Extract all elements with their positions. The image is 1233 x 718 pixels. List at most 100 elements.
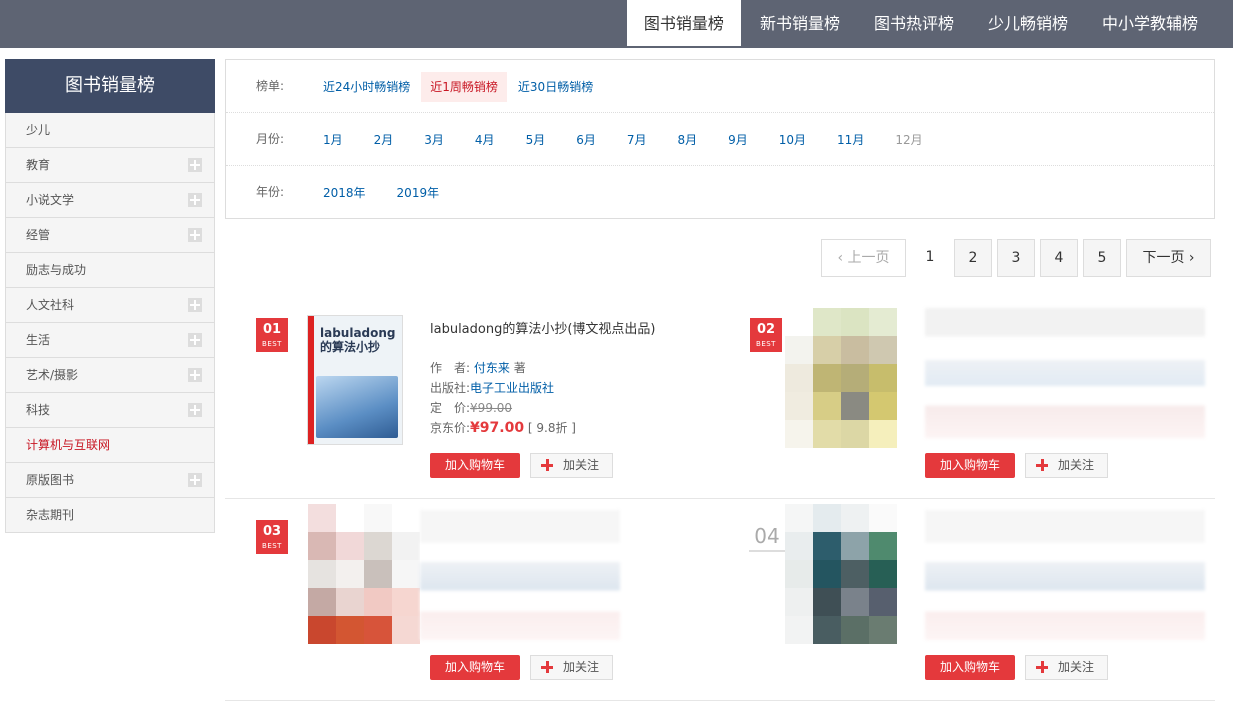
sidebar-item-magazines[interactable]: 杂志期刊: [5, 498, 215, 533]
prev-page-button[interactable]: ‹ 上一页: [821, 239, 906, 277]
tab-book-sales-rank[interactable]: 图书销量榜: [624, 0, 743, 48]
month-filter-options: 1月 2月 3月 4月 5月 6月 7月 8月 9月 10月 11月 12月: [314, 113, 945, 166]
follow-label: 加关注: [1058, 660, 1095, 674]
sidebar-item-label: 教育: [26, 158, 51, 172]
follow-button[interactable]: 加关注: [1025, 655, 1108, 680]
next-page-button[interactable]: 下一页 ›: [1126, 239, 1211, 277]
author-link[interactable]: 付东来: [474, 361, 510, 375]
sidebar-item-lifestyle[interactable]: 生活: [5, 323, 215, 358]
plus-icon: [541, 459, 553, 471]
expand-plus-icon[interactable]: [188, 368, 202, 382]
rank-best-label: BEST: [262, 542, 282, 550]
sidebar-item-computer-internet[interactable]: 计算机与互联网: [5, 428, 215, 463]
sidebar-item-technology[interactable]: 科技: [5, 393, 215, 428]
tab-k12-tutoring-rank[interactable]: 中小学教辅榜: [1085, 0, 1215, 48]
sidebar-item-children[interactable]: 少儿: [5, 113, 215, 148]
follow-button[interactable]: 加关注: [1025, 453, 1108, 478]
month-option[interactable]: 5月: [517, 125, 555, 155]
jd-price-label: 京东价:: [430, 421, 471, 435]
list-filter-label: 榜单:: [256, 79, 285, 93]
cover-illustration: [316, 376, 398, 438]
page-number[interactable]: 2: [954, 239, 992, 277]
add-to-cart-button[interactable]: 加入购物车: [925, 655, 1015, 680]
publisher-row: 出版社:电子工业出版社: [430, 378, 576, 398]
sidebar-item-education[interactable]: 教育: [5, 148, 215, 183]
top-nav-tabs: 图书销量榜 新书销量榜 图书热评榜 少儿畅销榜 中小学教辅榜: [624, 0, 1215, 48]
filter-1week-bestseller[interactable]: 近1周畅销榜: [421, 71, 507, 102]
rank-number: 02: [756, 322, 776, 337]
book-meta: 作 者: 付东来 著 出版社:电子工业出版社 定 价:¥99.00 京东价:¥9…: [430, 358, 576, 438]
rank-badge: 03 BEST: [256, 520, 288, 554]
rank-badge: 02 BEST: [750, 318, 782, 352]
tab-book-hot-review-rank[interactable]: 图书热评榜: [857, 0, 971, 48]
expand-plus-icon[interactable]: [188, 298, 202, 312]
expand-plus-icon[interactable]: [188, 333, 202, 347]
author-row: 作 者: 付东来 著: [430, 358, 576, 378]
month-option[interactable]: 9月: [719, 125, 757, 155]
jd-price-row: 京东价:¥97.00 [ 9.8折 ]: [430, 418, 576, 438]
sidebar-item-original-books[interactable]: 原版图书: [5, 463, 215, 498]
add-to-cart-button[interactable]: 加入购物车: [430, 453, 520, 478]
rank-best-label: BEST: [756, 340, 776, 348]
month-option[interactable]: 6月: [567, 125, 605, 155]
tab-new-book-sales-rank[interactable]: 新书销量榜: [743, 0, 857, 48]
year-option[interactable]: 2018年: [314, 178, 375, 208]
sidebar-item-fiction-literature[interactable]: 小说文学: [5, 183, 215, 218]
month-option[interactable]: 1月: [314, 125, 352, 155]
book-title-link[interactable]: labuladong的算法小抄(博文视点出品): [430, 318, 656, 337]
sidebar-item-business[interactable]: 经管: [5, 218, 215, 253]
rank-number-plain: 04: [749, 522, 785, 552]
publisher-label: 出版社:: [430, 381, 471, 395]
month-option[interactable]: 3月: [415, 125, 453, 155]
sidebar-item-label: 杂志期刊: [26, 508, 75, 522]
book-cover-image[interactable]: labuladong的算法小抄: [307, 315, 403, 445]
rank-best-label: BEST: [262, 340, 282, 348]
book-cover-image-blurred[interactable]: [785, 308, 897, 448]
sidebar-item-humanities[interactable]: 人文社科: [5, 288, 215, 323]
sidebar-item-label: 人文社科: [26, 298, 75, 312]
book-cover-image-blurred[interactable]: [308, 504, 420, 644]
month-filter-label: 月份:: [256, 132, 285, 146]
blurred-book-info: [925, 510, 1205, 640]
month-option[interactable]: 2月: [365, 125, 403, 155]
month-option[interactable]: 11月: [828, 125, 873, 155]
expand-plus-icon[interactable]: [188, 403, 202, 417]
sidebar-item-self-help[interactable]: 励志与成功: [5, 253, 215, 288]
follow-button[interactable]: 加关注: [530, 453, 613, 478]
sidebar-item-label: 原版图书: [26, 473, 75, 487]
expand-plus-icon[interactable]: [188, 473, 202, 487]
page-number[interactable]: 3: [997, 239, 1035, 277]
plus-icon: [1036, 661, 1048, 673]
month-filter-row: 月份: 1月 2月 3月 4月 5月 6月 7月 8月 9月 10月 11月 1…: [226, 113, 1214, 166]
sidebar-item-label: 少儿: [26, 123, 51, 137]
expand-plus-icon[interactable]: [188, 193, 202, 207]
blurred-book-info: [420, 510, 620, 640]
expand-plus-icon[interactable]: [188, 158, 202, 172]
sidebar-item-art-photography[interactable]: 艺术/摄影: [5, 358, 215, 393]
filter-30day-bestseller[interactable]: 近30日畅销榜: [509, 72, 602, 102]
tab-children-bestseller-rank[interactable]: 少儿畅销榜: [971, 0, 1085, 48]
book-cover-image-blurred[interactable]: [785, 504, 897, 644]
top-navigation-bar: 图书销量榜 新书销量榜 图书热评榜 少儿畅销榜 中小学教辅榜: [0, 0, 1233, 48]
sidebar-item-label: 计算机与互联网: [26, 438, 111, 452]
month-option[interactable]: 8月: [668, 125, 706, 155]
year-option[interactable]: 2019年: [388, 178, 449, 208]
month-option[interactable]: 7月: [618, 125, 656, 155]
page-number[interactable]: 5: [1083, 239, 1121, 277]
page-number[interactable]: 4: [1040, 239, 1078, 277]
filter-24h-bestseller[interactable]: 近24小时畅销榜: [314, 72, 419, 102]
add-to-cart-button[interactable]: 加入购物车: [430, 655, 520, 680]
follow-button[interactable]: 加关注: [530, 655, 613, 680]
pagination: ‹ 上一页 1 2 3 4 5 下一页 ›: [821, 239, 1211, 277]
rank-badge: 01 BEST: [256, 318, 288, 352]
row-divider: [225, 700, 1215, 701]
sidebar-item-label: 小说文学: [26, 193, 75, 207]
blurred-book-info: [925, 308, 1205, 438]
month-option[interactable]: 10月: [770, 125, 815, 155]
expand-plus-icon[interactable]: [188, 228, 202, 242]
publisher-link[interactable]: 电子工业出版社: [470, 381, 554, 395]
add-to-cart-button[interactable]: 加入购物车: [925, 453, 1015, 478]
sidebar-item-label: 励志与成功: [26, 263, 87, 277]
row-divider: [225, 498, 1215, 499]
month-option[interactable]: 4月: [466, 125, 504, 155]
